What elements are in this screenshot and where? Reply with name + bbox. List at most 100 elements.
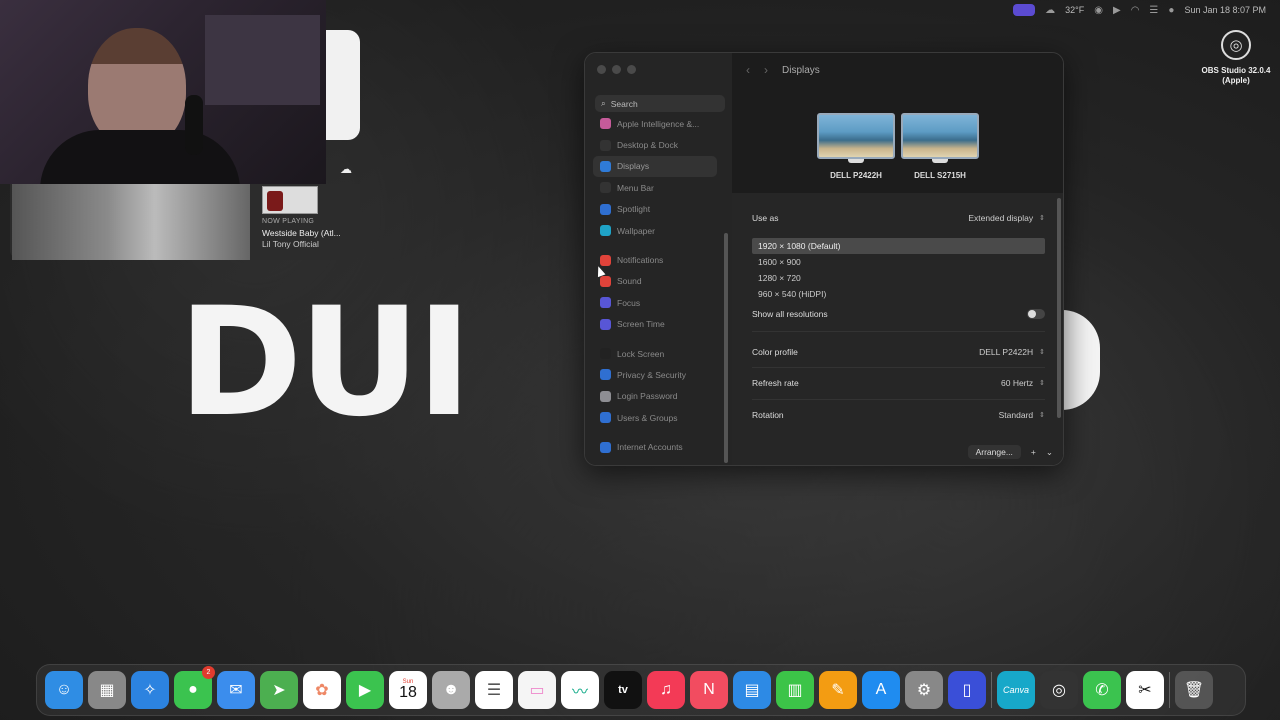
sidebar-item-displays[interactable]: Displays	[593, 155, 717, 178]
screen-record-icon[interactable]	[1013, 4, 1036, 16]
resolution-option[interactable]: 1600 × 900	[752, 254, 1045, 270]
display-settings-panel: Use as Extended display ⇕ 1920 × 1080 (D…	[732, 193, 1063, 465]
facetime-icon[interactable]: ▶	[346, 671, 384, 709]
weather-temp[interactable]: 32°F	[1065, 5, 1084, 15]
resolution-option[interactable]: 1280 × 720	[752, 270, 1045, 286]
menu-bar-clock[interactable]: Sun Jan 18 8:07 PM	[1184, 5, 1266, 15]
sidebar-item-users-groups[interactable]: Users & Groups	[593, 407, 717, 428]
sidebar-item-sound[interactable]: Sound	[593, 271, 717, 292]
sidebar-item-label: Internet Accounts	[617, 442, 683, 453]
resolution-list: 1920 × 1080 (Default) 1600 × 900 1280 × 72…	[752, 238, 1045, 302]
close-button[interactable]	[597, 65, 606, 74]
record-icon[interactable]: ◉	[1094, 5, 1103, 16]
preview-icon[interactable]: ▯	[948, 671, 986, 709]
resolution-option[interactable]: 1920 × 1080 (Default)	[752, 238, 1045, 254]
resolution-option[interactable]: 960 × 540 (HiDPI)	[752, 286, 1045, 302]
divider	[752, 399, 1045, 400]
color-profile-popup[interactable]: DELL P2422H ⇕	[979, 347, 1045, 357]
back-chevron-icon[interactable]: ‹	[746, 63, 750, 77]
sidebar-item-login-password[interactable]: Login Password	[593, 386, 717, 407]
toolbar: ‹ › Displays	[746, 63, 820, 77]
monitor-2[interactable]: DELL S2715H	[901, 113, 979, 180]
sidebar-item-label: Notifications	[617, 255, 664, 266]
sidebar-item-icon	[600, 275, 611, 287]
apple-tv-icon[interactable]: tv	[604, 671, 642, 709]
search-field[interactable]: ⌕ Search	[595, 95, 725, 112]
sidebar-item-internet-accounts[interactable]: Internet Accounts	[593, 436, 717, 457]
sidebar-item-privacy-security[interactable]: Privacy & Security	[593, 364, 717, 385]
system-settings-icon[interactable]: ⚙	[905, 671, 943, 709]
freeform-icon[interactable]: 〰	[561, 671, 599, 709]
sidebar-item-label: Wallpaper	[617, 225, 655, 236]
keynote-icon[interactable]: ▤	[733, 671, 771, 709]
use-as-value: Extended display	[968, 213, 1034, 223]
sidebar-item-focus[interactable]: Focus	[593, 292, 717, 313]
rotation-row: Rotation Standard ⇕	[752, 410, 1045, 420]
capcut-icon[interactable]: ✂	[1126, 671, 1164, 709]
sidebar-item-desktop-dock[interactable]: Desktop & Dock	[593, 134, 717, 155]
music-icon[interactable]: ♫	[647, 671, 685, 709]
photos-icon[interactable]: ✿	[303, 671, 341, 709]
pane-scrollbar[interactable]	[1057, 198, 1061, 418]
sidebar-item-label: Sound	[617, 276, 642, 287]
obs-desktop-shortcut[interactable]: ◎ OBS Studio 32.0.4 (Apple)	[1198, 30, 1274, 85]
monitor-2-name: DELL S2715H	[914, 171, 966, 180]
pages-icon[interactable]: ✎	[819, 671, 857, 709]
contacts-icon[interactable]: ☻	[432, 671, 470, 709]
track-artist: Lil Tony Official	[262, 239, 319, 249]
wifi-icon[interactable]: ◠	[1131, 5, 1140, 16]
refresh-rate-row: Refresh rate 60 Hertz ⇕	[752, 378, 1045, 388]
obs-dock-icon[interactable]: ◎	[1040, 671, 1078, 709]
sidebar-item-label: Screen Time	[617, 319, 665, 330]
sidebar-item-label: Login Password	[617, 391, 678, 402]
mail-icon[interactable]: ✉	[217, 671, 255, 709]
sidebar-item-label: Lock Screen	[617, 348, 665, 359]
sidebar-item-icon	[600, 318, 611, 330]
app-store-icon[interactable]: A	[862, 671, 900, 709]
updown-chevron-icon: ⇕	[1039, 215, 1045, 222]
apple-tv-label: tv	[618, 684, 628, 696]
add-display-button[interactable]: +	[1031, 447, 1036, 457]
messages-badge: 2	[202, 666, 215, 679]
rotation-popup[interactable]: Standard ⇕	[999, 410, 1045, 420]
now-playing-widget[interactable]: ☁ NOW PLAYING Westside Baby (Atl... Lil …	[10, 162, 360, 260]
sidebar-item-notifications[interactable]: Notifications	[593, 249, 717, 270]
sidebar-item-label: Desktop & Dock	[617, 140, 678, 151]
sidebar-item-lock-screen[interactable]: Lock Screen	[593, 343, 717, 364]
maps-icon[interactable]: ➤	[260, 671, 298, 709]
monitor-1[interactable]: DELL P2422H	[817, 113, 895, 180]
siri-icon[interactable]: ●	[1168, 5, 1174, 16]
add-display-chevron-icon[interactable]: ⌄	[1046, 447, 1053, 458]
news-icon[interactable]: N	[690, 671, 728, 709]
launchpad-icon[interactable]: ▦	[88, 671, 126, 709]
sidebar-item-menu-bar[interactable]: Menu Bar	[593, 177, 717, 198]
arrange-button[interactable]: Arrange...	[967, 445, 1021, 459]
sidebar-item-wallpaper[interactable]: Wallpaper	[593, 220, 717, 241]
control-center-icon[interactable]: ☰	[1149, 5, 1158, 16]
canva-icon[interactable]: Canva	[997, 671, 1035, 709]
calendar-day: 18	[399, 684, 417, 701]
use-as-popup[interactable]: Extended display ⇕	[968, 213, 1045, 223]
messages-icon[interactable]: ● 2	[174, 666, 215, 709]
forward-chevron-icon[interactable]: ›	[764, 63, 768, 77]
numbers-icon[interactable]: ▥	[776, 671, 814, 709]
zoom-button[interactable]	[627, 65, 636, 74]
sidebar-item-screen-time[interactable]: Screen Time	[593, 314, 717, 335]
show-all-toggle[interactable]	[1027, 309, 1045, 319]
sidebar-item-apple-intelligence[interactable]: Apple Intelligence &...	[593, 113, 717, 134]
calendar-icon[interactable]: Sun 18	[389, 671, 427, 709]
finder-icon[interactable]: ☺	[45, 671, 83, 709]
sidebar-item-spotlight[interactable]: Spotlight	[593, 199, 717, 220]
notes-icon[interactable]: ▭	[518, 671, 556, 709]
refresh-rate-popup[interactable]: 60 Hertz ⇕	[1001, 378, 1045, 388]
sidebar-scrollbar[interactable]	[724, 233, 728, 463]
trash-icon[interactable]: 🗑	[1175, 671, 1213, 709]
safari-icon[interactable]: ✧	[131, 671, 169, 709]
minimize-button[interactable]	[612, 65, 621, 74]
sidebar-item-icon	[600, 203, 611, 215]
phone-icon[interactable]: ✆	[1083, 671, 1121, 709]
reminders-icon[interactable]: ☰	[475, 671, 513, 709]
play-icon[interactable]: ▶	[1113, 5, 1121, 16]
weather-icon[interactable]: ☁	[1045, 5, 1055, 16]
